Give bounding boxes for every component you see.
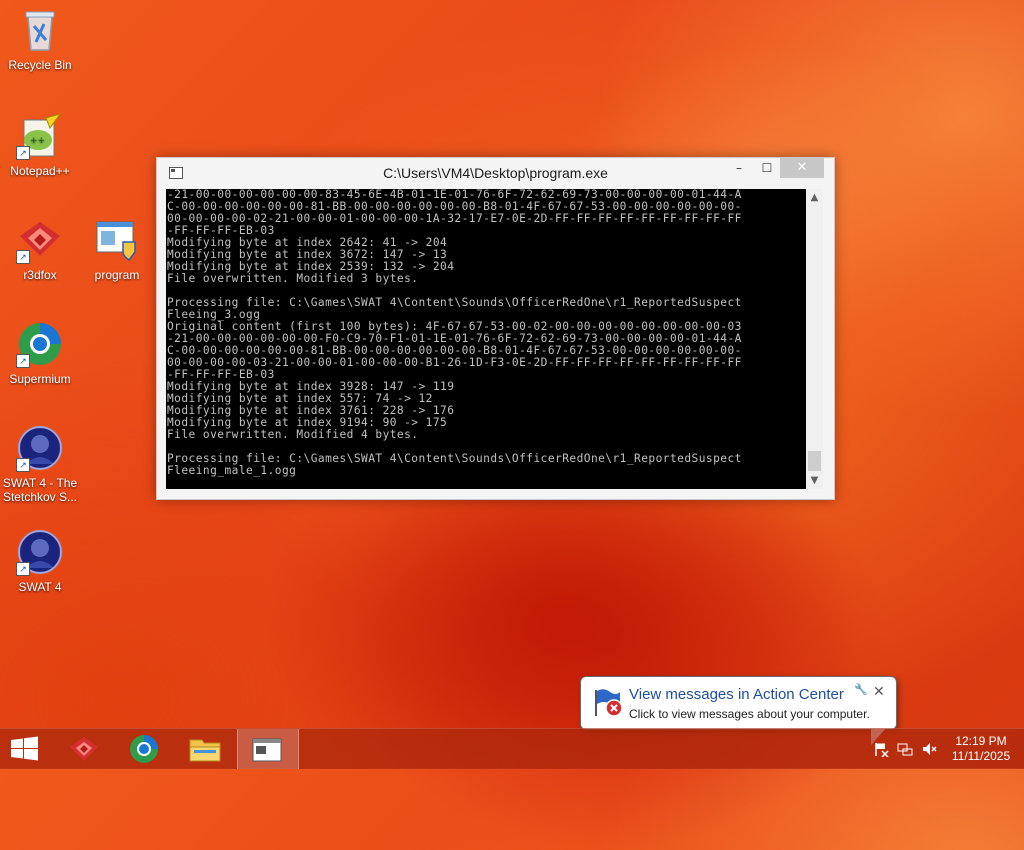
r3dfox-icon <box>70 737 98 761</box>
swat4-icon: ↗ <box>16 528 64 576</box>
shortcut-arrow-icon: ↗ <box>16 354 30 368</box>
volume-muted-icon[interactable] <box>921 741 937 757</box>
supermium-icon <box>130 735 158 763</box>
desktop-icon-label: SWAT 4 <box>18 580 62 594</box>
desktop-icon-label: SWAT 4 - The Stetchkov S... <box>2 476 78 504</box>
notification-title[interactable]: View messages in Action Center <box>629 686 844 703</box>
clock-time: 12:19 PM <box>955 734 1007 748</box>
pin-icon: 🔧 <box>854 684 868 696</box>
window-titlebar[interactable]: C:\Users\VM4\Desktop\program.exe – ☐ ✕ <box>157 158 834 188</box>
taskbar-r3dfox[interactable] <box>54 729 114 769</box>
desktop-icon-notepad-plus-plus[interactable]: ++ ↗ Notepad++ <box>0 112 80 178</box>
action-center-notification[interactable]: View messages in Action Center Click to … <box>580 676 897 745</box>
shortcut-arrow-icon: ↗ <box>16 146 30 160</box>
scroll-down-arrow-icon[interactable]: ▼ <box>806 472 823 489</box>
shortcut-arrow-icon: ↗ <box>16 458 30 472</box>
console-program-icon <box>252 738 282 762</box>
desktop-icon-swat4-stetchkov[interactable]: ↗ SWAT 4 - The Stetchkov S... <box>0 424 80 504</box>
file-explorer-icon <box>189 739 221 762</box>
desktop-icon-label: Supermium <box>9 372 71 386</box>
taskbar-program-exe[interactable] <box>237 729 299 769</box>
desktop-icon-supermium[interactable]: ↗ Supermium <box>0 320 80 386</box>
console-output[interactable]: -21-00-00-00-00-00-00-83-45-6E-4B-01-1E-… <box>166 189 806 489</box>
taskbar-supermium[interactable] <box>114 729 174 769</box>
action-center-flag-icon <box>592 686 624 718</box>
shortcut-arrow-icon: ↗ <box>16 562 30 576</box>
program-icon <box>93 216 141 264</box>
action-center-flag-icon[interactable] <box>873 741 889 758</box>
notification-close-button[interactable]: ✕ <box>873 683 885 700</box>
notification-text[interactable]: Click to view messages about your comput… <box>629 707 870 721</box>
taskbar-clock[interactable]: 12:19 PM 11/11/2025 <box>946 734 1016 764</box>
svg-text:++: ++ <box>30 136 45 146</box>
desktop-icon-program[interactable]: program <box>77 216 157 282</box>
scroll-up-arrow-icon[interactable]: ▲ <box>806 189 823 206</box>
close-button[interactable]: ✕ <box>780 158 824 178</box>
network-icon[interactable] <box>897 741 913 757</box>
vertical-scrollbar[interactable]: ▲ ▼ <box>806 189 823 489</box>
windows-start-icon <box>11 736 38 761</box>
recycle-bin-icon <box>16 6 64 54</box>
maximize-button[interactable]: ☐ <box>754 158 780 178</box>
console-text: -21-00-00-00-00-00-00-83-45-6E-4B-01-1E-… <box>167 189 742 477</box>
desktop-icon-swat4[interactable]: ↗ SWAT 4 <box>0 528 80 594</box>
minimize-button[interactable]: – <box>726 158 752 178</box>
shortcut-arrow-icon: ↗ <box>16 250 30 264</box>
desktop-icon-label: Notepad++ <box>10 164 70 178</box>
notepad-plus-plus-icon: ++ ↗ <box>16 112 64 160</box>
taskbar: 12:19 PM 11/11/2025 <box>0 728 1024 769</box>
scrollbar-thumb[interactable] <box>808 451 821 471</box>
taskbar-file-explorer[interactable] <box>175 729 235 769</box>
desktop-icon-recycle-bin[interactable]: Recycle Bin <box>0 6 80 72</box>
desktop-icon-label: r3dfox <box>23 268 57 282</box>
start-button[interactable] <box>0 729 60 769</box>
desktop-icon-r3dfox[interactable]: ↗ r3dfox <box>0 216 80 282</box>
desktop-icon-label: program <box>94 268 140 282</box>
desktop-icon-label: Recycle Bin <box>8 58 72 72</box>
supermium-icon: ↗ <box>16 320 64 368</box>
r3dfox-icon: ↗ <box>16 216 64 264</box>
swat4-stetchkov-icon: ↗ <box>16 424 64 472</box>
clock-date: 11/11/2025 <box>951 749 1011 763</box>
console-window[interactable]: C:\Users\VM4\Desktop\program.exe – ☐ ✕ -… <box>156 157 835 500</box>
